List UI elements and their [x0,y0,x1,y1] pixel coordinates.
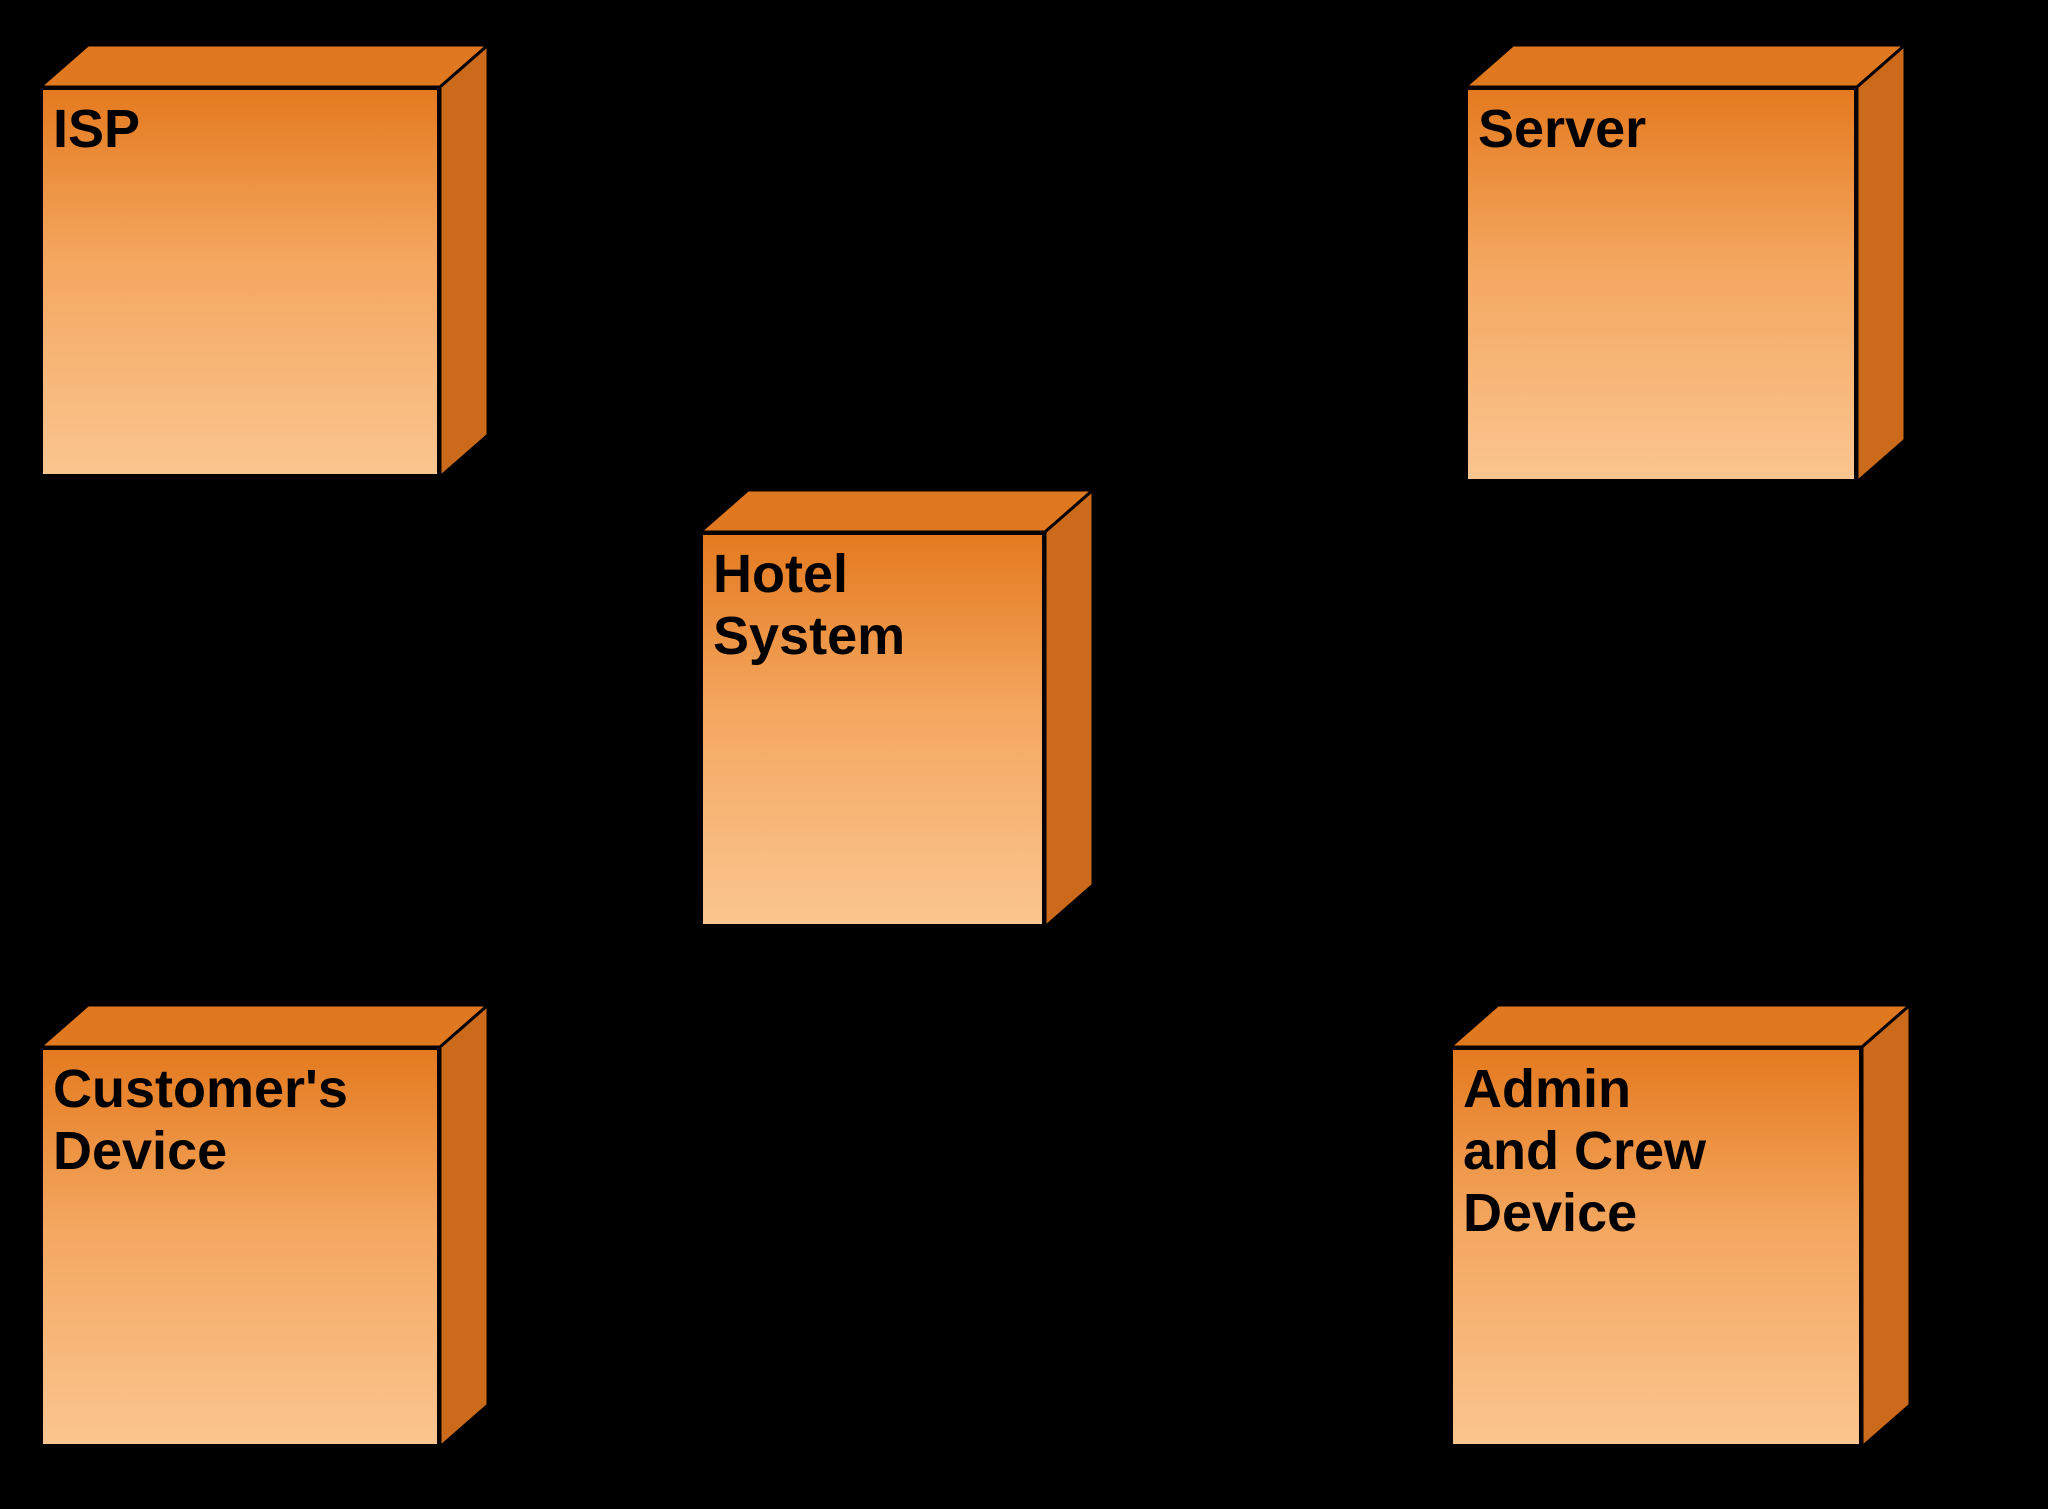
node-hotel-label: Hotel System [713,543,1032,667]
node-admin-label: Admin and Crew Device [1463,1058,1849,1244]
node-server-label: Server [1478,98,1844,160]
node-customer-label: Customer's Device [53,1058,427,1182]
node-isp-label: ISP [53,98,427,160]
